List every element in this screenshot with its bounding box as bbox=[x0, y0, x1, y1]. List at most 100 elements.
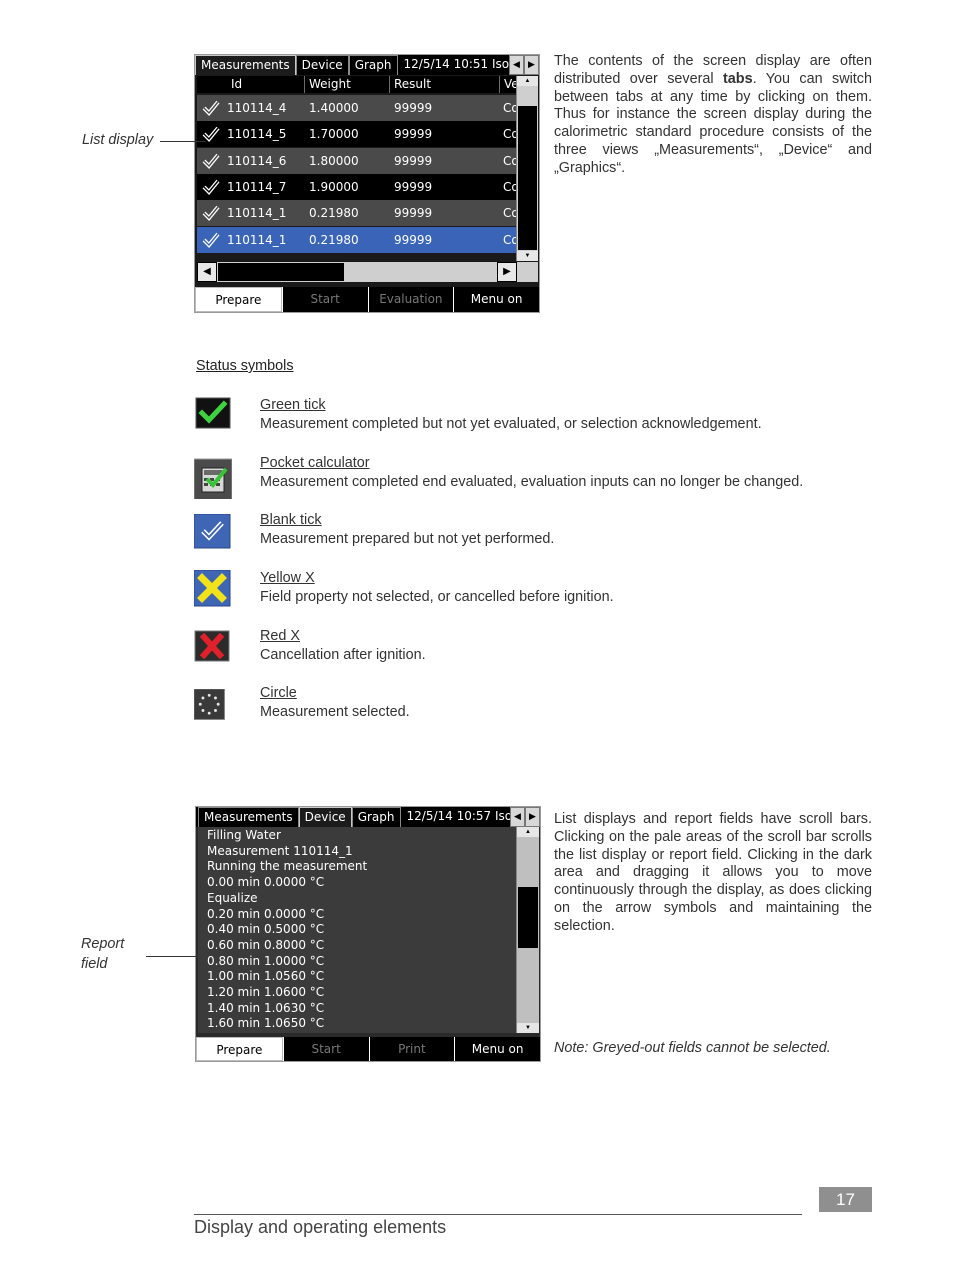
red-x-icon bbox=[194, 630, 230, 662]
list-display-callout: List display bbox=[82, 132, 154, 148]
symbol-description: Measurement prepared but not yet perform… bbox=[260, 531, 555, 547]
scroll-thumb[interactable] bbox=[518, 106, 537, 250]
scroll-down-button[interactable]: ▼ bbox=[517, 251, 538, 261]
start-button[interactable]: Start bbox=[281, 287, 368, 312]
tab-device[interactable]: Device bbox=[295, 55, 349, 75]
evaluation-button[interactable]: Evaluation bbox=[367, 287, 454, 312]
symbol-description: Field property not selected, or cancelle… bbox=[260, 589, 614, 605]
tab-scroll-left-button[interactable]: ◀ bbox=[510, 807, 525, 827]
status-symbols-heading: Status symbols bbox=[196, 358, 294, 374]
report-line: 1.40 min 1.0630 °C bbox=[207, 1000, 325, 1015]
column-header-result[interactable]: Result bbox=[390, 76, 500, 93]
column-header-id[interactable]: Id bbox=[227, 76, 305, 93]
symbol-description: Measurement selected. bbox=[260, 704, 410, 720]
cell-result: 99999 bbox=[394, 127, 433, 142]
report-line: Filling Water bbox=[207, 828, 281, 842]
cell-ve: Co bbox=[503, 127, 517, 142]
report-line: 1.60 min 1.0650 °C bbox=[207, 1016, 325, 1031]
arrow-left-icon: ◀ bbox=[514, 811, 521, 821]
menu-on-button[interactable]: Menu on bbox=[454, 1037, 540, 1061]
blank-tick-icon bbox=[194, 514, 231, 549]
cell-id: 110114_5 bbox=[227, 127, 287, 142]
cell-result: 99999 bbox=[394, 179, 433, 194]
cell-result: 99999 bbox=[394, 153, 433, 168]
report-line: Measurement 110114_1 bbox=[207, 843, 353, 858]
scroll-up-button[interactable]: ▲ bbox=[517, 76, 538, 86]
report-line: 0.80 min 1.0000 °C bbox=[207, 953, 325, 968]
print-button[interactable]: Print bbox=[368, 1037, 455, 1061]
table-row[interactable]: 110114_6 1.80000 99999 Co bbox=[197, 147, 517, 174]
cell-weight: 0.21980 bbox=[309, 206, 359, 221]
prepare-button[interactable]: Prepare bbox=[196, 1037, 283, 1061]
list-header: Id Weight Result Ve bbox=[197, 76, 517, 93]
page-number: 17 bbox=[819, 1187, 872, 1212]
table-row[interactable]: 110114_7 1.90000 99999 Co bbox=[197, 173, 517, 200]
scroll-right-button[interactable]: ▶ bbox=[497, 262, 517, 282]
horizontal-scroll-thumb[interactable] bbox=[218, 263, 344, 281]
tab-device[interactable]: Device bbox=[298, 807, 352, 827]
menu-on-button[interactable]: Menu on bbox=[453, 287, 539, 312]
date-time-status: 12/5/14 10:57 Isope bbox=[406, 809, 511, 823]
symbol-title: Yellow X bbox=[260, 570, 315, 586]
blank-tick-icon bbox=[202, 100, 220, 116]
pocket-calculator-icon bbox=[194, 458, 232, 499]
symbol-pocket-calculator: Pocket calculator Measurement completed … bbox=[194, 455, 803, 499]
yellow-x-icon bbox=[194, 570, 231, 607]
report-line: 1.00 min 1.0560 °C bbox=[207, 969, 325, 984]
start-button[interactable]: Start bbox=[282, 1037, 369, 1061]
tab-measurements[interactable]: Measurements bbox=[198, 807, 299, 827]
tab-measurements[interactable]: Measurements bbox=[195, 55, 296, 75]
tab-scroll-right-button[interactable]: ▶ bbox=[524, 55, 539, 75]
symbol-green-tick: Green tick Measurement completed but not… bbox=[194, 397, 762, 441]
tab-graph[interactable]: Graph bbox=[348, 55, 398, 75]
date-time-status: 12/5/14 10:51 Isope bbox=[403, 57, 510, 71]
cell-id: 110114_1 bbox=[227, 232, 287, 247]
cell-ve: Co bbox=[503, 101, 517, 115]
symbol-circle: Circle Measurement selected. bbox=[194, 685, 714, 729]
table-row[interactable]: 110114_4 1.40000 99999 Co bbox=[197, 95, 517, 121]
symbol-title: Green tick bbox=[260, 397, 326, 413]
arrow-left-icon: ◀ bbox=[513, 59, 520, 69]
column-header-ve[interactable]: Ve bbox=[500, 76, 517, 93]
report-line: Equalize bbox=[207, 890, 258, 905]
table-row[interactable]: 110114_1 0.21980 99999 Co bbox=[197, 226, 517, 253]
report-vertical-scrollbar[interactable]: ▲ ▼ bbox=[516, 827, 539, 1033]
column-header-weight[interactable]: Weight bbox=[305, 76, 390, 93]
blank-tick-icon bbox=[202, 153, 220, 169]
cell-result: 99999 bbox=[394, 101, 433, 115]
blank-tick-icon bbox=[202, 179, 220, 195]
report-callout-line-2: field bbox=[81, 956, 108, 972]
cell-result: 99999 bbox=[394, 206, 433, 221]
tab-scroll-left-button[interactable]: ◀ bbox=[509, 55, 524, 75]
report-line: 0.60 min 0.8000 °C bbox=[207, 937, 325, 952]
tab-graph[interactable]: Graph bbox=[351, 807, 401, 827]
list-horizontal-scrollbar[interactable]: ◀ ▶ bbox=[197, 262, 538, 282]
symbol-description: Measurement completed but not yet evalua… bbox=[260, 416, 762, 432]
cell-weight: 1.80000 bbox=[309, 153, 359, 168]
scroll-thumb[interactable] bbox=[518, 887, 538, 948]
blank-tick-icon bbox=[202, 127, 220, 143]
symbol-blank-tick: Blank tick Measurement prepared but not … bbox=[194, 512, 714, 556]
tab-scroll-right-button[interactable]: ▶ bbox=[525, 807, 540, 827]
report-button-bar: Prepare Start Print Menu on bbox=[196, 1037, 540, 1061]
arrow-right-icon: ▶ bbox=[528, 59, 535, 69]
table-row[interactable]: 110114_5 1.70000 99999 Co bbox=[197, 121, 517, 148]
green-tick-icon bbox=[195, 397, 231, 429]
cell-ve: Co bbox=[503, 206, 517, 221]
scroll-down-button[interactable]: ▼ bbox=[517, 1023, 539, 1033]
symbol-description: Measurement completed end evaluated, eva… bbox=[260, 474, 804, 490]
list-vertical-scrollbar[interactable]: ▲ ▼ bbox=[516, 76, 538, 261]
blank-tick-icon bbox=[202, 205, 220, 222]
cell-weight: 1.90000 bbox=[309, 179, 359, 194]
scroll-left-button[interactable]: ◀ bbox=[197, 262, 217, 282]
list-button-bar: Prepare Start Evaluation Menu on bbox=[195, 287, 539, 312]
prepare-button[interactable]: Prepare bbox=[195, 287, 282, 312]
cell-weight: 1.70000 bbox=[309, 127, 359, 142]
report-field[interactable]: Filling Water Measurement 110114_1 Running… bbox=[198, 827, 516, 1033]
report-line: 0.00 min 0.0000 °C bbox=[207, 875, 325, 890]
symbol-yellow-x: Yellow X Field property not selected, or… bbox=[194, 570, 714, 614]
cell-weight: 0.21980 bbox=[309, 232, 359, 247]
cell-id: 110114_7 bbox=[227, 179, 287, 194]
table-row[interactable]: 110114_1 0.21980 99999 Co bbox=[197, 200, 517, 227]
scroll-up-button[interactable]: ▲ bbox=[517, 827, 539, 837]
